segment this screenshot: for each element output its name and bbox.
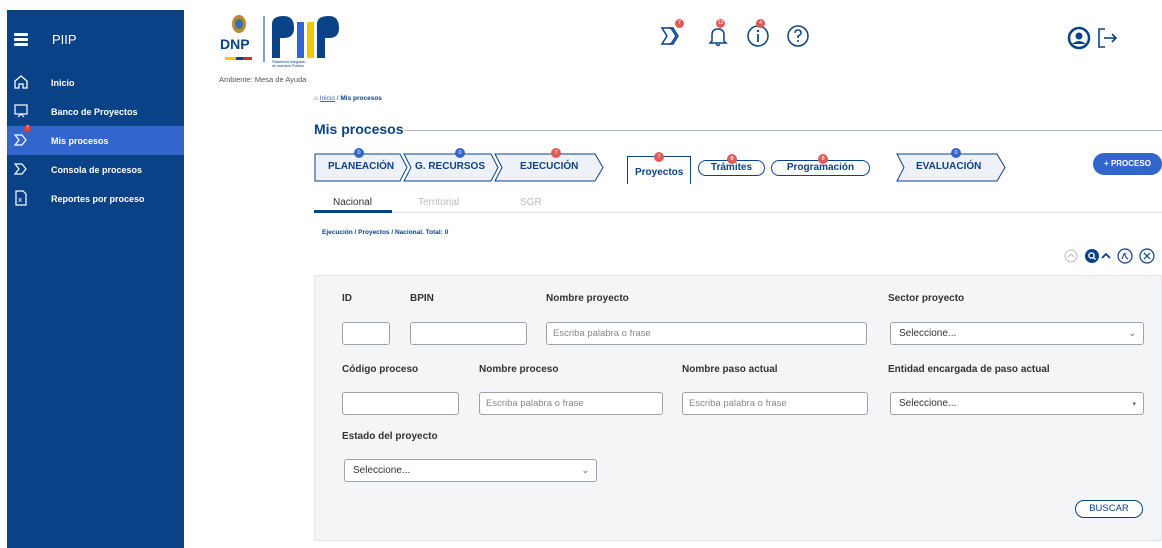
info-icon[interactable]: 4 bbox=[746, 19, 770, 48]
report-icon: x bbox=[15, 190, 27, 206]
bpin-input[interactable] bbox=[410, 322, 527, 345]
entidad-select-value: Seleccione... bbox=[899, 398, 957, 409]
sidebar-item-label: Mis procesos bbox=[51, 135, 109, 146]
sidebar-header: PIIP bbox=[7, 10, 184, 68]
tab-programacion[interactable]: 0 Programación bbox=[771, 154, 870, 176]
tab-nacional[interactable]: Nacional bbox=[333, 197, 372, 208]
title-divider bbox=[404, 130, 1162, 131]
active-tab-indicator bbox=[314, 210, 392, 213]
home-icon bbox=[14, 75, 28, 89]
nombre-proceso-input[interactable]: Escriba palabra o frase bbox=[479, 392, 663, 415]
notifications-badge: 13 bbox=[716, 19, 725, 28]
sidebar-item-mis-procesos[interactable]: 7 Mis procesos bbox=[7, 125, 184, 155]
processes-badge: 7 bbox=[675, 19, 684, 28]
sidebar-item-reportes[interactable]: x Reportes por proceso bbox=[7, 184, 184, 213]
dnp-piip-logo: DNP Plataforma Integrada de Inversión Pú… bbox=[220, 14, 362, 79]
result-summary: Ejecución / Proyectos / Nacional. Total:… bbox=[322, 229, 449, 236]
stage-label: G. RECURSOS bbox=[415, 161, 486, 172]
dnp-text: DNP bbox=[220, 36, 250, 52]
chevron-down-icon: ⌄ bbox=[1128, 328, 1136, 338]
id-input[interactable] bbox=[342, 322, 390, 345]
stage-badge: 7 bbox=[551, 148, 561, 158]
nombre-paso-label: Nombre paso actual bbox=[682, 364, 778, 375]
sidebar-item-label: Banco de Proyectos bbox=[51, 106, 138, 117]
stage-badge: 0 bbox=[951, 148, 961, 158]
bank-icon bbox=[14, 104, 28, 118]
stage-planeacion[interactable]: 0 PLANEACIÓN bbox=[314, 148, 408, 182]
substage-badge: 0 bbox=[818, 154, 828, 164]
sidebar-item-banco[interactable]: Banco de Proyectos bbox=[7, 97, 184, 126]
environment-label: Ambiente: Mesa de Ayuda bbox=[219, 75, 307, 84]
substage-label: Proyectos bbox=[635, 167, 684, 178]
nombre-proyecto-input[interactable]: Escriba palabra o frase bbox=[546, 322, 867, 345]
stage-label: EJECUCIÓN bbox=[520, 161, 579, 172]
excel-icon[interactable] bbox=[1139, 248, 1155, 264]
sector-select[interactable]: Seleccione... ⌄ bbox=[890, 322, 1144, 345]
entidad-select[interactable]: Seleccione... ▾ bbox=[890, 392, 1144, 415]
logout-icon[interactable] bbox=[1095, 26, 1119, 50]
stage-badge: 0 bbox=[354, 148, 364, 158]
svg-text:x: x bbox=[18, 196, 22, 204]
nombre-proceso-label: Nombre proceso bbox=[479, 364, 559, 375]
sidebar-item-label: Reportes por proceso bbox=[51, 193, 145, 204]
sector-select-value: Seleccione... bbox=[899, 328, 957, 339]
stage-label: EVALUACIÓN bbox=[916, 161, 982, 172]
caret-down-icon: ▾ bbox=[1132, 401, 1136, 408]
app-title: PIIP bbox=[52, 32, 77, 47]
process-icon bbox=[13, 134, 27, 146]
process-badge: 7 bbox=[24, 125, 31, 132]
breadcrumb-home[interactable]: Inicio bbox=[320, 95, 335, 102]
user-icon[interactable] bbox=[1067, 26, 1091, 50]
tab-territorial[interactable]: Territorial bbox=[418, 197, 459, 208]
stage-g-recursos[interactable]: 0 G. RECURSOS bbox=[403, 148, 499, 182]
bpin-label: BPIN bbox=[410, 293, 434, 304]
estado-label: Estado del proyecto bbox=[342, 431, 438, 442]
sidebar-item-inicio[interactable]: Inicio bbox=[7, 68, 184, 97]
pdf-icon[interactable] bbox=[1117, 248, 1133, 264]
codigo-proceso-input[interactable] bbox=[342, 392, 459, 415]
search-button[interactable]: BUSCAR bbox=[1075, 500, 1143, 518]
chevron-up-icon[interactable] bbox=[1101, 251, 1111, 261]
tab-sgr[interactable]: SGR bbox=[520, 197, 542, 208]
nombre-paso-input[interactable]: Escriba palabra o frase bbox=[682, 392, 868, 415]
add-process-button[interactable]: + PROCESO bbox=[1093, 153, 1162, 175]
notifications-icon[interactable]: 13 bbox=[706, 19, 730, 48]
search-icon[interactable] bbox=[1084, 248, 1100, 264]
codigo-proceso-label: Código proceso bbox=[342, 364, 419, 375]
entidad-label: Entidad encargada de paso actual bbox=[888, 364, 1050, 375]
breadcrumb-current: Mis procesos bbox=[340, 95, 382, 102]
stage-evaluacion[interactable]: 0 EVALUACIÓN bbox=[896, 148, 1006, 182]
nombre-proyecto-label: Nombre proyecto bbox=[546, 293, 629, 304]
piip-subtitle: Plataforma Integrada de Inversión Públic… bbox=[272, 60, 305, 68]
sector-label: Sector proyecto bbox=[888, 293, 965, 304]
stage-label: PLANEACIÓN bbox=[328, 161, 395, 172]
tab-proyectos[interactable]: 7 Proyectos bbox=[627, 152, 691, 184]
tab-tramites[interactable]: 0 Trámites bbox=[698, 154, 765, 176]
breadcrumb: ⌂ Inicio / Mis procesos bbox=[314, 95, 382, 102]
console-icon bbox=[13, 163, 27, 175]
tabs-divider bbox=[314, 212, 1162, 213]
sidebar-item-label: Consola de procesos bbox=[51, 164, 143, 175]
sidebar-item-consola[interactable]: Consola de procesos bbox=[7, 155, 184, 184]
collapse-up-icon[interactable] bbox=[1064, 249, 1078, 263]
help-icon[interactable] bbox=[786, 24, 810, 48]
home-small-icon: ⌂ bbox=[314, 95, 318, 102]
stage-badge: 0 bbox=[455, 148, 465, 158]
substage-badge: 0 bbox=[727, 154, 737, 164]
chevron-down-icon: ⌄ bbox=[581, 465, 589, 475]
sidebar-item-label: Inicio bbox=[51, 77, 75, 88]
info-badge: 4 bbox=[756, 19, 765, 28]
menu-icon[interactable] bbox=[14, 33, 28, 46]
processes-icon[interactable]: 7 bbox=[660, 19, 684, 48]
stage-ejecucion[interactable]: 7 EJECUCIÓN bbox=[494, 148, 604, 182]
estado-select[interactable]: Seleccione... ⌄ bbox=[344, 459, 597, 482]
estado-select-value: Seleccione... bbox=[353, 465, 411, 476]
piip-subtitle-line-2: de Inversión Pública bbox=[272, 64, 304, 68]
id-label: ID bbox=[342, 293, 352, 304]
sidebar: PIIP Inicio Banco de Proyectos 7 Mis pro… bbox=[7, 10, 184, 548]
substage-badge: 7 bbox=[654, 152, 664, 162]
page-title: Mis procesos bbox=[314, 121, 404, 137]
